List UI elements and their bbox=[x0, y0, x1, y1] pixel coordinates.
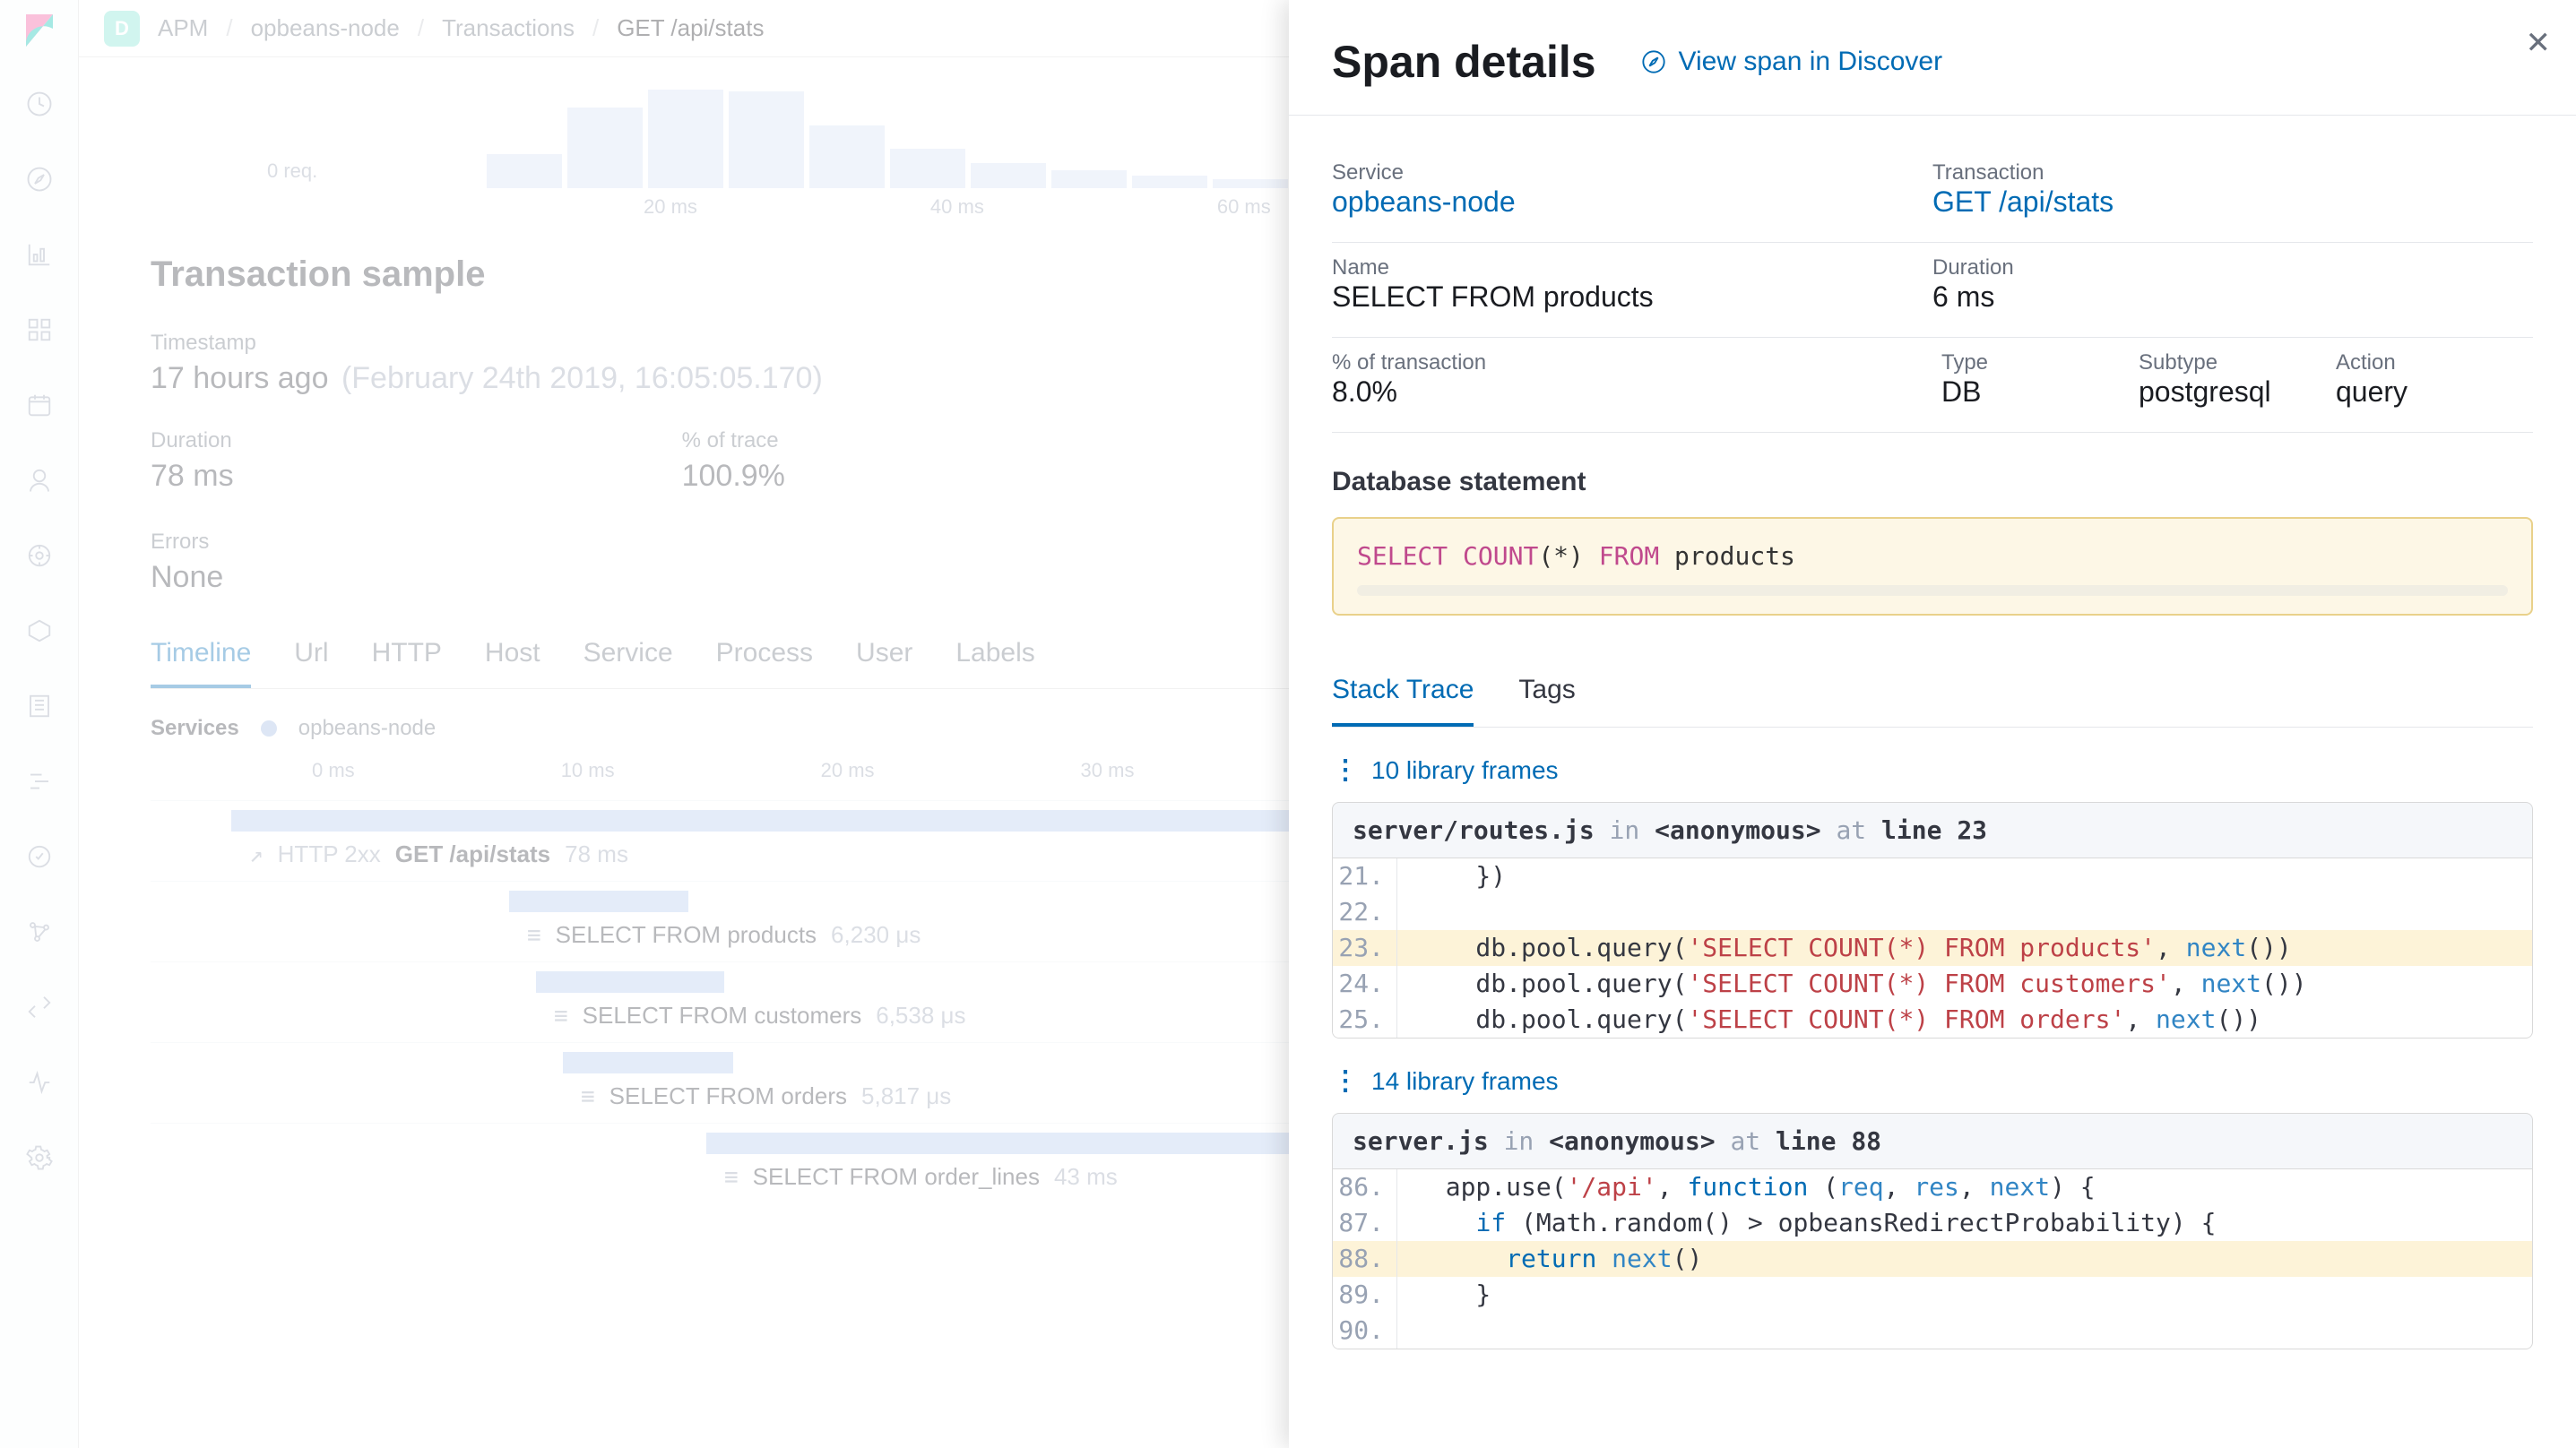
pct-label: % of transaction bbox=[1332, 350, 1941, 375]
code-line: 86. app.use('/api', function (req, res, … bbox=[1333, 1169, 2532, 1205]
sql-text: products bbox=[1659, 541, 1795, 571]
line-number: 89. bbox=[1333, 1277, 1397, 1313]
discover-icon bbox=[1641, 49, 1666, 74]
flyout-title: Span details bbox=[1332, 36, 1596, 88]
db-statement-title: Database statement bbox=[1332, 467, 2533, 497]
close-flyout-button[interactable]: ✕ bbox=[2526, 25, 2552, 61]
code-line: 90. bbox=[1333, 1313, 2532, 1349]
line-number: 25. bbox=[1333, 1002, 1397, 1038]
service-link[interactable]: opbeans-node bbox=[1332, 185, 1932, 219]
code-src: } bbox=[1397, 1277, 2532, 1313]
code-line: 21. }) bbox=[1333, 858, 2532, 894]
sql-text: (*) bbox=[1538, 541, 1584, 571]
line-number: 23. bbox=[1333, 930, 1397, 966]
frames-ellipsis-icon bbox=[1332, 754, 1359, 786]
code-src: }) bbox=[1397, 858, 2532, 894]
code-line: 87. if (Math.random() > opbeansRedirectP… bbox=[1333, 1205, 2532, 1241]
flyout-mask[interactable] bbox=[0, 0, 1289, 1448]
span-details-flyout: Span details View span in Discover ✕ Ser… bbox=[1289, 0, 2576, 1448]
tab-stack-trace[interactable]: Stack Trace bbox=[1332, 657, 1474, 727]
code-line: 22. bbox=[1333, 894, 2532, 930]
sql-scrollbar[interactable] bbox=[1357, 585, 2508, 596]
library-frames-toggle[interactable]: 10 library frames bbox=[1332, 754, 2533, 786]
sql-kw: FROM bbox=[1599, 541, 1659, 571]
duration-label: Duration bbox=[1932, 255, 2533, 280]
flyout-body: Service opbeans-node Transaction GET /ap… bbox=[1289, 116, 2576, 1448]
code-src bbox=[1397, 1313, 2532, 1349]
line-number: 21. bbox=[1333, 858, 1397, 894]
type-label: Type bbox=[1941, 350, 2139, 375]
code-line: 24. db.pool.query('SELECT COUNT(*) FROM … bbox=[1333, 966, 2532, 1002]
code-src: if (Math.random() > opbeansRedirectProba… bbox=[1397, 1205, 2532, 1241]
code-line: 25. db.pool.query('SELECT COUNT(*) FROM … bbox=[1333, 1002, 2532, 1038]
service-label: Service bbox=[1332, 160, 1932, 185]
code-line: 89. } bbox=[1333, 1277, 2532, 1313]
code-src: app.use('/api', function (req, res, next… bbox=[1397, 1169, 2532, 1205]
line-number: 24. bbox=[1333, 966, 1397, 1002]
view-in-discover-link[interactable]: View span in Discover bbox=[1641, 47, 1943, 77]
stack-frame-code: 86. app.use('/api', function (req, res, … bbox=[1332, 1169, 2533, 1349]
code-src bbox=[1397, 894, 2532, 930]
type-value: DB bbox=[1941, 375, 2139, 409]
code-src: db.pool.query('SELECT COUNT(*) FROM orde… bbox=[1397, 1002, 2532, 1038]
transaction-label: Transaction bbox=[1932, 160, 2533, 185]
code-src: db.pool.query('SELECT COUNT(*) FROM cust… bbox=[1397, 966, 2532, 1002]
library-frames-label: 14 library frames bbox=[1371, 1067, 1559, 1096]
name-label: Name bbox=[1332, 255, 1932, 280]
sql-kw: SELECT bbox=[1357, 541, 1448, 571]
flyout-header: Span details View span in Discover ✕ bbox=[1289, 0, 2576, 116]
duration-value: 6 ms bbox=[1932, 280, 2533, 314]
line-number: 86. bbox=[1333, 1169, 1397, 1205]
code-src: db.pool.query('SELECT COUNT(*) FROM prod… bbox=[1397, 930, 2532, 966]
frames-ellipsis-icon bbox=[1332, 1065, 1359, 1097]
line-number: 87. bbox=[1333, 1205, 1397, 1241]
action-label: Action bbox=[2336, 350, 2533, 375]
stack-frame-code: 21. })22.23. db.pool.query('SELECT COUNT… bbox=[1332, 858, 2533, 1039]
code-line: 23. db.pool.query('SELECT COUNT(*) FROM … bbox=[1333, 930, 2532, 966]
stack-frame-header: server.js in <anonymous> at line 88 bbox=[1332, 1113, 2533, 1169]
tab-tags[interactable]: Tags bbox=[1518, 657, 1575, 727]
sql-kw: COUNT bbox=[1463, 541, 1538, 571]
stack-tags-tabs: Stack Trace Tags bbox=[1332, 657, 2533, 728]
stack-frame-header: server/routes.js in <anonymous> at line … bbox=[1332, 802, 2533, 858]
library-frames-label: 10 library frames bbox=[1371, 756, 1559, 785]
line-number: 88. bbox=[1333, 1241, 1397, 1277]
code-line: 88. return next() bbox=[1333, 1241, 2532, 1277]
line-number: 90. bbox=[1333, 1313, 1397, 1349]
name-value: SELECT FROM products bbox=[1332, 280, 1932, 314]
discover-link-text: View span in Discover bbox=[1679, 47, 1943, 77]
action-value: query bbox=[2336, 375, 2533, 409]
pct-value: 8.0% bbox=[1332, 375, 1941, 409]
library-frames-toggle[interactable]: 14 library frames bbox=[1332, 1065, 2533, 1097]
subtype-label: Subtype bbox=[2139, 350, 2336, 375]
transaction-link[interactable]: GET /api/stats bbox=[1932, 185, 2533, 219]
db-statement-box: SELECT COUNT(*) FROM products bbox=[1332, 517, 2533, 616]
line-number: 22. bbox=[1333, 894, 1397, 930]
code-src: return next() bbox=[1397, 1241, 2532, 1277]
subtype-value: postgresql bbox=[2139, 375, 2336, 409]
